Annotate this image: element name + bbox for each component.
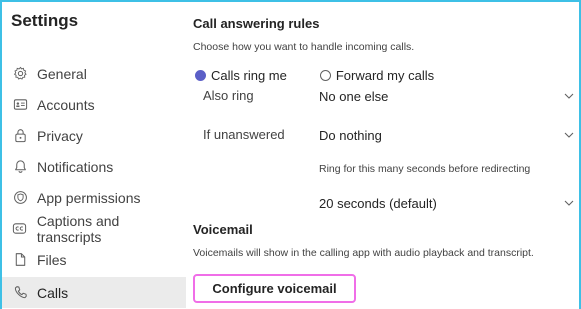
also-ring-label: Also ring (203, 88, 254, 103)
radio-calls-ring-me[interactable]: Calls ring me (195, 68, 287, 83)
chevron-down-icon (563, 90, 575, 105)
sidebar-item-label: Notifications (37, 158, 114, 175)
radio-label: Calls ring me (211, 68, 287, 83)
sidebar-item-label: Files (37, 251, 67, 268)
phone-icon (12, 285, 28, 301)
lock-icon (12, 128, 28, 144)
closed-captions-icon (12, 221, 28, 237)
call-rules-description: Choose how you want to handle incoming c… (193, 41, 415, 53)
sidebar-item-captions[interactable]: Captions and transcripts (2, 212, 186, 245)
file-icon (12, 252, 28, 268)
calls-settings-panel: Call answering rules Choose how you want… (185, 2, 579, 309)
call-rule-options: Calls ring me Forward my calls (195, 68, 434, 83)
voicemail-description: Voicemails will show in the calling app … (193, 247, 534, 259)
sidebar-item-label: Accounts (37, 96, 95, 113)
sidebar-item-calls[interactable]: Calls (2, 277, 186, 308)
sidebar-item-notifications[interactable]: Notifications (2, 151, 186, 182)
sidebar-item-label: Privacy (37, 127, 83, 144)
bell-icon (12, 159, 28, 175)
if-unanswered-dropdown[interactable]: Do nothing (319, 121, 579, 149)
radio-checked-icon (195, 70, 206, 81)
ring-seconds-label: Ring for this many seconds before redire… (319, 163, 531, 175)
also-ring-dropdown[interactable]: No one else (319, 82, 579, 110)
dropdown-value: Do nothing (319, 127, 382, 143)
chevron-down-icon (563, 197, 575, 212)
dropdown-value: No one else (319, 88, 389, 104)
sidebar-item-general[interactable]: General (2, 58, 186, 89)
radio-label: Forward my calls (335, 68, 435, 83)
sidebar-item-label: Captions and transcripts (36, 212, 120, 245)
if-unanswered-label: If unanswered (203, 127, 285, 142)
shield-icon (12, 190, 28, 206)
id-card-icon (12, 97, 28, 113)
radio-forward-my-calls[interactable]: Forward my calls (319, 68, 435, 83)
gear-icon (12, 66, 28, 82)
call-rules-heading: Call answering rules (193, 16, 320, 31)
sidebar-item-app-permissions[interactable]: App permissions (2, 182, 186, 213)
radio-unchecked-icon (319, 70, 331, 81)
sidebar-item-accounts[interactable]: Accounts (2, 89, 186, 120)
sidebar-item-privacy[interactable]: Privacy (2, 120, 186, 151)
page-title: Settings (11, 11, 79, 30)
configure-voicemail-button[interactable]: Configure voicemail (193, 274, 356, 303)
voicemail-heading: Voicemail (193, 222, 253, 237)
dropdown-value: 20 seconds (default) (319, 195, 437, 211)
sidebar-item-files[interactable]: Files (2, 244, 186, 275)
ring-seconds-dropdown[interactable]: 20 seconds (default) (319, 189, 579, 217)
sidebar-item-label: Calls (37, 284, 69, 301)
sidebar-item-label: App permissions (37, 189, 141, 206)
chevron-down-icon (563, 129, 575, 144)
sidebar-item-label: General (37, 65, 87, 82)
